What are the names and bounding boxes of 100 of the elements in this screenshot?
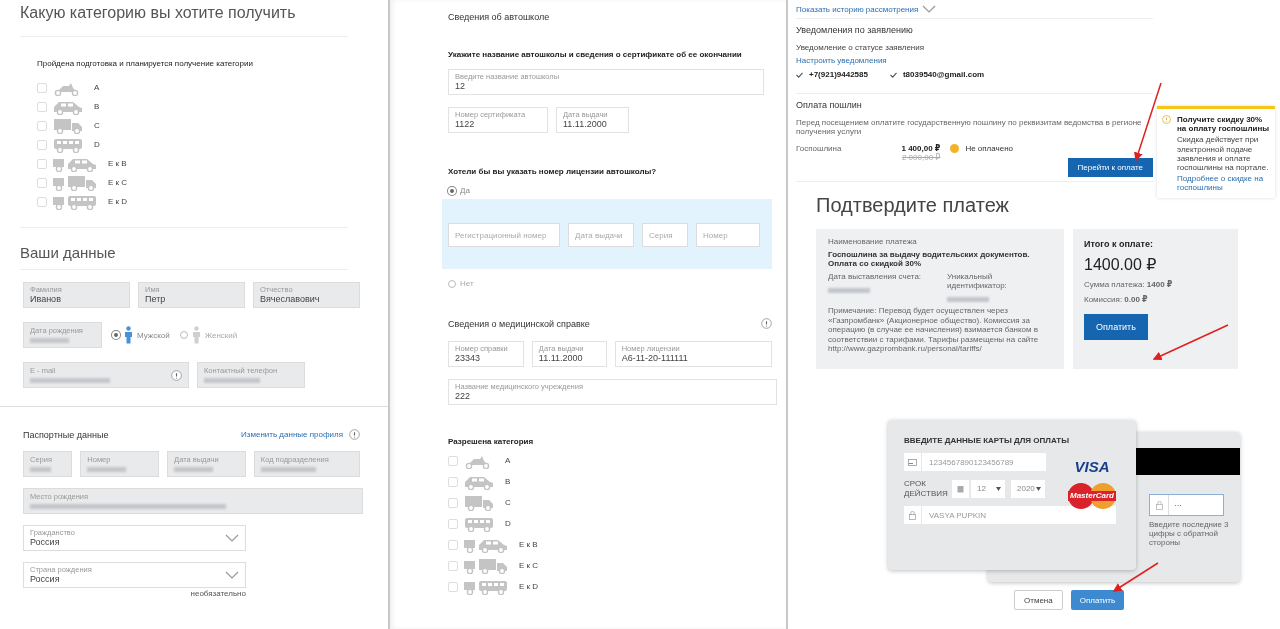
arrow bbox=[1112, 562, 1159, 592]
commission: Комиссия: 0.00 ₽ bbox=[1084, 295, 1148, 304]
fee-amount: 1 400,00 ₽ bbox=[901, 144, 941, 153]
card-form-title: ВВЕДИТЕ ДАННЫЕ КАРТЫ ДЛЯ ОПЛАТЫ bbox=[904, 436, 1070, 445]
section-title: Сведения о медицинской справке bbox=[448, 318, 590, 329]
chevron-down-icon bbox=[225, 571, 239, 579]
form-prompt: Укажите название автошколы и сведения о сертификате об ее окончании bbox=[448, 50, 743, 59]
chevron-down-icon bbox=[225, 534, 239, 542]
bus-icon bbox=[464, 515, 495, 532]
checkbox[interactable] bbox=[37, 101, 47, 112]
category-label: E к D bbox=[519, 582, 539, 591]
checkbox[interactable] bbox=[37, 139, 47, 150]
category-label: D bbox=[94, 140, 100, 149]
checkbox[interactable] bbox=[448, 518, 458, 529]
truck-icon bbox=[464, 494, 495, 511]
field-label: Наименование платежа bbox=[828, 237, 918, 246]
caret-icon bbox=[996, 486, 1001, 491]
payment-name: Госпошлина за выдачу водительских документов. Оплата со скидкой 30% bbox=[828, 250, 1031, 268]
notification-channel: t8039540@gmail.com bbox=[902, 70, 985, 79]
checkbox[interactable] bbox=[37, 120, 47, 131]
page-title: Подтвердите платеж bbox=[816, 194, 1010, 217]
visa-logo: VISA bbox=[1074, 458, 1110, 475]
category-label: B bbox=[505, 477, 511, 486]
discount-link[interactable]: Подробнее о скидке на госпошлины bbox=[1177, 174, 1270, 193]
person-icon bbox=[191, 326, 201, 344]
bus-with-trailer-icon bbox=[53, 193, 98, 210]
category-label: A bbox=[94, 83, 100, 92]
section-title: Разрешена категория bbox=[448, 437, 535, 446]
lock-icon bbox=[909, 510, 916, 520]
category-label: E к C bbox=[519, 561, 539, 570]
section-subtitle: Пройдена подготовка и планируется получение категории bbox=[37, 59, 254, 68]
section-title: Сведения об автошколе bbox=[448, 12, 550, 22]
section-title: Оплата пошлин bbox=[796, 100, 863, 110]
checkbox[interactable] bbox=[448, 497, 458, 508]
lock-icon bbox=[1155, 500, 1163, 510]
check-icon[interactable] bbox=[889, 71, 897, 78]
edit-profile-link[interactable]: Изменить данные профиля bbox=[241, 430, 343, 439]
category-label: E к B bbox=[519, 540, 538, 549]
checkbox[interactable] bbox=[448, 560, 458, 571]
field-label: Дата выставления счета: bbox=[828, 272, 923, 281]
discount-text: Скидка действует при электронной подаче заявления и оплате госпошлины на портале. bbox=[1177, 135, 1270, 173]
checkbox[interactable] bbox=[37, 82, 47, 93]
truck-icon bbox=[53, 117, 84, 134]
input-field[interactable]: Регистрационный номер bbox=[448, 223, 560, 247]
checkbox[interactable] bbox=[448, 581, 458, 592]
pay-button[interactable]: Оплатить bbox=[1084, 314, 1148, 340]
history-link[interactable]: Показать историю рассмотрения bbox=[796, 4, 919, 14]
settings-link[interactable]: Настроить уведомления bbox=[796, 56, 887, 65]
status-dot bbox=[950, 144, 960, 153]
category-label: E к B bbox=[108, 159, 127, 168]
input-field[interactable]: Дата выдачи bbox=[568, 223, 634, 247]
pay-button[interactable]: Оплатить bbox=[1070, 590, 1125, 610]
section-title: Какую категорию вы хотите получить bbox=[20, 4, 297, 22]
cvv-hint: Введите последние 3 цифры с обратной стороны bbox=[1149, 520, 1230, 548]
category-label: C bbox=[505, 498, 511, 507]
bus-with-trailer-icon bbox=[464, 578, 509, 595]
expiry-label: СРОК ДЕЙСТВИЯ bbox=[904, 479, 949, 499]
month-dropdown[interactable]: 12 bbox=[971, 479, 1005, 498]
category-label: E к D bbox=[108, 197, 128, 206]
info-icon bbox=[1162, 115, 1171, 124]
section-title: Паспортные данные bbox=[23, 429, 109, 440]
caret-icon bbox=[1036, 486, 1041, 491]
checkbox[interactable] bbox=[37, 158, 47, 169]
checkbox[interactable] bbox=[448, 539, 458, 550]
fee-description: Перед посещением оплатите государственную пошлину по реквизитам ведомства в регионе получения услуги bbox=[796, 118, 1143, 136]
radio-button[interactable]: Да bbox=[448, 186, 772, 195]
truck-with-trailer-icon bbox=[464, 557, 509, 574]
checkbox[interactable] bbox=[37, 196, 47, 207]
chevron-down-icon bbox=[922, 5, 937, 13]
notification-label: Уведомление о статусе заявления bbox=[796, 43, 926, 52]
optional-note: необязательно bbox=[189, 589, 246, 598]
cvv-field[interactable]: ··· bbox=[1149, 494, 1224, 516]
payment-status: Не оплачено bbox=[965, 144, 1014, 153]
input-field[interactable]: Номер bbox=[696, 223, 760, 247]
checkbox[interactable] bbox=[37, 177, 47, 188]
person-icon bbox=[124, 326, 133, 344]
category-label: A bbox=[505, 456, 511, 465]
discount-title: Получите скидку 30% на оплату госпошлины bbox=[1177, 115, 1270, 134]
check-icon[interactable] bbox=[796, 71, 803, 78]
checkbox[interactable] bbox=[448, 455, 458, 466]
calendar-icon bbox=[957, 484, 964, 493]
radio-button[interactable]: Мужской bbox=[112, 326, 170, 344]
year-dropdown[interactable]: 2020 bbox=[1011, 479, 1045, 498]
form-question: Хотели бы вы указать номер лицензии автошколы? bbox=[448, 167, 658, 176]
payment-note: Примечание: Перевод будет осуществлен через «Газпромбанк» (Акционерное общество). Комиссия за операцию (в случае ее начисления) взимается банком в соответствии с тарифами. Тарифы размещены на сайте http://www.gazprombank.ru/personal/tariffs/ bbox=[828, 306, 1040, 354]
input-field[interactable]: Серия bbox=[642, 223, 688, 247]
total-amount: 1400.00 ₽ bbox=[1084, 255, 1157, 274]
section-title: Ваши данные bbox=[20, 244, 117, 261]
truck-with-trailer-icon bbox=[53, 174, 98, 191]
cancel-button[interactable]: Отмена bbox=[1014, 590, 1063, 610]
checkbox[interactable] bbox=[448, 476, 458, 487]
field-label: Уникальный идентификатор: bbox=[947, 272, 1008, 290]
category-label: E к C bbox=[108, 178, 128, 187]
card-icon bbox=[908, 458, 917, 466]
bus-icon bbox=[53, 136, 84, 153]
go-to-payment-button[interactable]: Перейти к оплате bbox=[1067, 158, 1153, 177]
notification-channel: +7(921)9442585 bbox=[809, 70, 868, 79]
fee-name: Госпошлина bbox=[796, 144, 842, 153]
payment-sum: Сумма платежа: 1400 ₽ bbox=[1084, 280, 1173, 289]
category-label: C bbox=[94, 121, 100, 130]
